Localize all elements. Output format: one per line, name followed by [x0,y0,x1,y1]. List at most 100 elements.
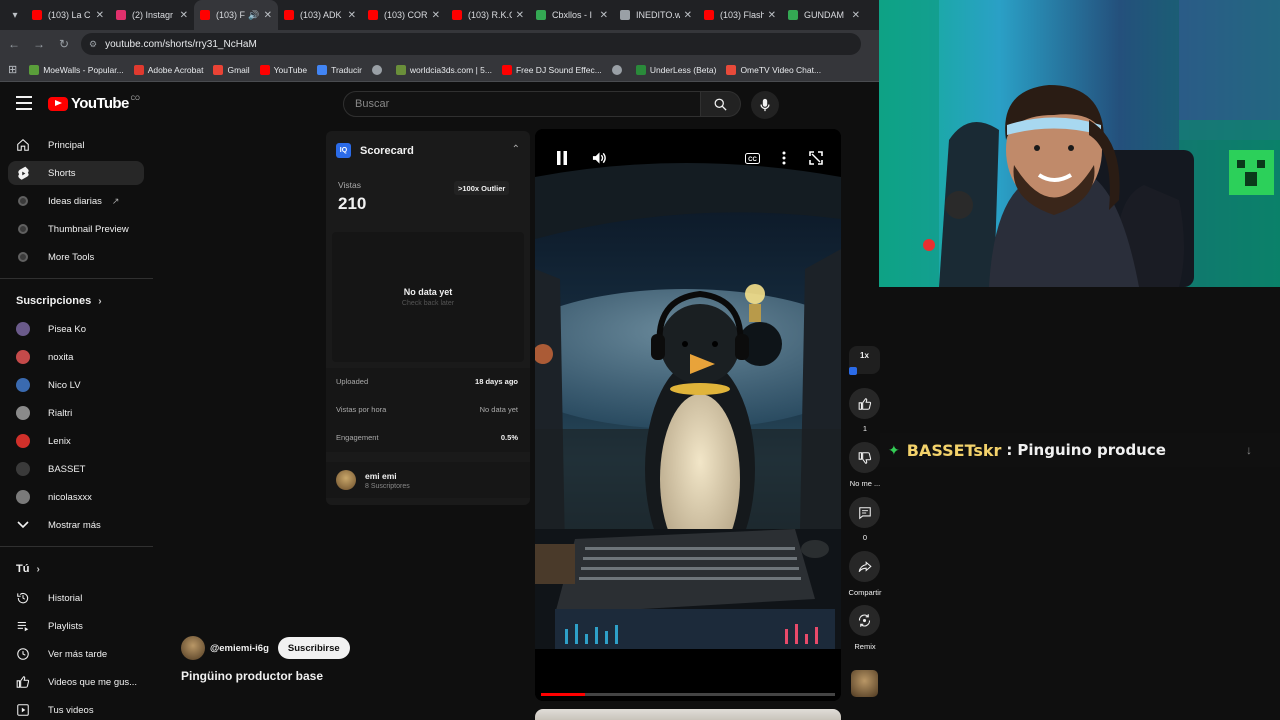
bookmark-item[interactable]: UnderLess (Beta) [635,64,716,75]
volume-button[interactable] [588,147,610,169]
browser-tab[interactable]: (103) La C ✕ [26,0,110,30]
browser-tab[interactable]: (103) R.K.C ✕ [446,0,530,30]
close-tab-icon[interactable]: ✕ [348,10,356,21]
back-icon[interactable]: ← [3,37,25,51]
sidebar-item-watch-later[interactable]: Ver más tarde [8,642,144,666]
menu-icon[interactable] [16,96,32,110]
browser-tab[interactable]: GUNDAM ✕ [782,0,866,30]
browser-tab[interactable]: INEDITO.w ✕ [614,0,698,30]
youtube-logo[interactable]: YouTube CO [48,95,140,112]
sidebar-item-label: Shorts [48,167,76,179]
owner-handle[interactable]: @emiemi-i6g [210,643,269,654]
voice-search-button[interactable] [751,91,779,119]
video-progress-bar[interactable] [541,693,835,696]
bookmark-item[interactable]: Gmail [213,64,250,75]
reload-icon[interactable]: ↻ [53,37,75,51]
bookmark-item[interactable] [611,64,626,75]
subscription-item[interactable]: BASSET [8,457,144,481]
close-tab-icon[interactable]: ✕ [600,10,608,21]
bookmark-item[interactable]: Free DJ Sound Effec... [501,64,602,75]
sidebar-item-liked[interactable]: Videos que me gus... [8,670,144,694]
bookmark-item[interactable]: MoeWalls - Popular... [29,64,124,75]
share-button[interactable] [849,551,880,582]
search-input[interactable]: Buscar [343,91,701,117]
bookmark-item[interactable] [371,64,386,75]
you-heading[interactable]: Tú › [16,563,40,575]
pause-button[interactable] [551,147,573,169]
sound-avatar[interactable] [851,670,878,697]
apps-icon[interactable]: ⊞ [8,63,17,76]
sidebar-item-more-tools[interactable]: More Tools [8,245,144,269]
tab-favicon-icon [116,10,126,20]
browser-toolbar: ← → ↻ ⚙ youtube.com/shorts/rry31_NcHaM [0,30,879,58]
dislike-button[interactable] [849,442,880,473]
more-options-button[interactable] [773,147,795,169]
chat-message-text: Pinguino produce [1017,441,1166,459]
subscription-item[interactable]: noxita [8,345,144,369]
owner-avatar[interactable] [181,636,205,660]
browser-tab[interactable]: (103) F 🔊 ✕ [194,0,278,30]
browser-tab[interactable]: (103) ADK ✕ [278,0,362,30]
subscription-item[interactable]: nicolasxxx [8,485,144,509]
subscription-item[interactable]: Lenix [8,429,144,453]
close-tab-icon[interactable]: ✕ [96,10,104,21]
sidebar-item-principal[interactable]: Principal [8,133,144,157]
close-tab-icon[interactable]: ✕ [768,10,776,21]
address-bar[interactable]: ⚙ youtube.com/shorts/rry31_NcHaM [81,33,861,55]
close-tab-icon[interactable]: ✕ [684,10,692,21]
channel-avatar [16,490,30,504]
sidebar-item-label: Pisea Ko [48,323,87,335]
bookmark-item[interactable]: Adobe Acrobat [133,64,203,75]
sidebar-item-thumbnail-preview[interactable]: Thumbnail Preview [8,217,144,241]
browser-tab[interactable]: (103) Flash ✕ [698,0,782,30]
subscription-item[interactable]: Pisea Ko [8,317,144,341]
subscription-item[interactable]: Nico LV [8,373,144,397]
captions-button[interactable]: CC [741,147,763,169]
browser-tab[interactable]: Cbxllos - I ✕ [530,0,614,30]
remix-button[interactable] [849,605,880,636]
subscribe-button[interactable]: Suscribirse [277,637,350,659]
sidebar-item-your-videos[interactable]: Tus videos [8,698,144,720]
sidebar-item-label: Playlists [48,620,83,632]
sidebar-divider [0,278,153,279]
subscription-item[interactable]: Rialtri [8,401,144,425]
browser-tab[interactable]: (2) Instagr ✕ [110,0,194,30]
short-owner: @emiemi-i6g Suscribirse [181,636,350,660]
close-tab-icon[interactable]: ✕ [264,10,272,21]
tab-search-icon[interactable]: ▾ [4,4,26,26]
like-button[interactable] [849,388,880,419]
collapse-icon[interactable]: ⌃ [512,144,520,155]
bookmark-item[interactable]: OmeTV Video Chat... [726,64,821,75]
download-arrow-icon[interactable]: ↓ [1246,443,1252,457]
bookmark-favicon-icon [611,64,622,75]
playback-speed-button[interactable]: 1x [849,346,880,375]
subscriptions-heading[interactable]: Suscripciones › [16,295,102,307]
stat-label: Engagement [336,433,379,442]
sidebar-item-shorts[interactable]: Shorts [8,161,144,185]
external-link-icon[interactable]: ↗ [112,196,120,207]
search-button[interactable] [701,91,741,117]
short-video-player[interactable]: CC [535,129,841,701]
bookmark-item[interactable]: YouTube [259,64,307,75]
show-more-button[interactable]: Mostrar más [8,513,144,537]
bookmark-item[interactable]: worldcia3ds.com | 5... [395,64,492,75]
site-info-icon[interactable]: ⚙ [89,39,97,50]
close-tab-icon[interactable]: ✕ [432,10,440,21]
comments-button[interactable] [849,497,880,528]
tab-audio-icon[interactable]: 🔊 [248,10,259,21]
sidebar-item-label: Historial [48,592,83,604]
sidebar-item-history[interactable]: Historial [8,586,144,610]
fullscreen-button[interactable] [805,147,827,169]
close-tab-icon[interactable]: ✕ [180,10,188,21]
close-tab-icon[interactable]: ✕ [516,10,524,21]
forward-icon[interactable]: → [28,37,50,51]
scorecard-channel[interactable]: emi emi 8 Suscriptores [326,462,530,498]
sidebar-item-ideas-diarias[interactable]: Ideas diarias ↗ [8,189,144,213]
channel-subscribers: 8 Suscriptores [365,482,410,490]
next-short-preview[interactable] [535,709,841,720]
channel-avatar [16,350,30,364]
browser-tab[interactable]: (103) COR ✕ [362,0,446,30]
sidebar-item-playlists[interactable]: Playlists [8,614,144,638]
close-tab-icon[interactable]: ✕ [852,10,860,21]
bookmark-item[interactable]: Traducir [317,64,362,75]
